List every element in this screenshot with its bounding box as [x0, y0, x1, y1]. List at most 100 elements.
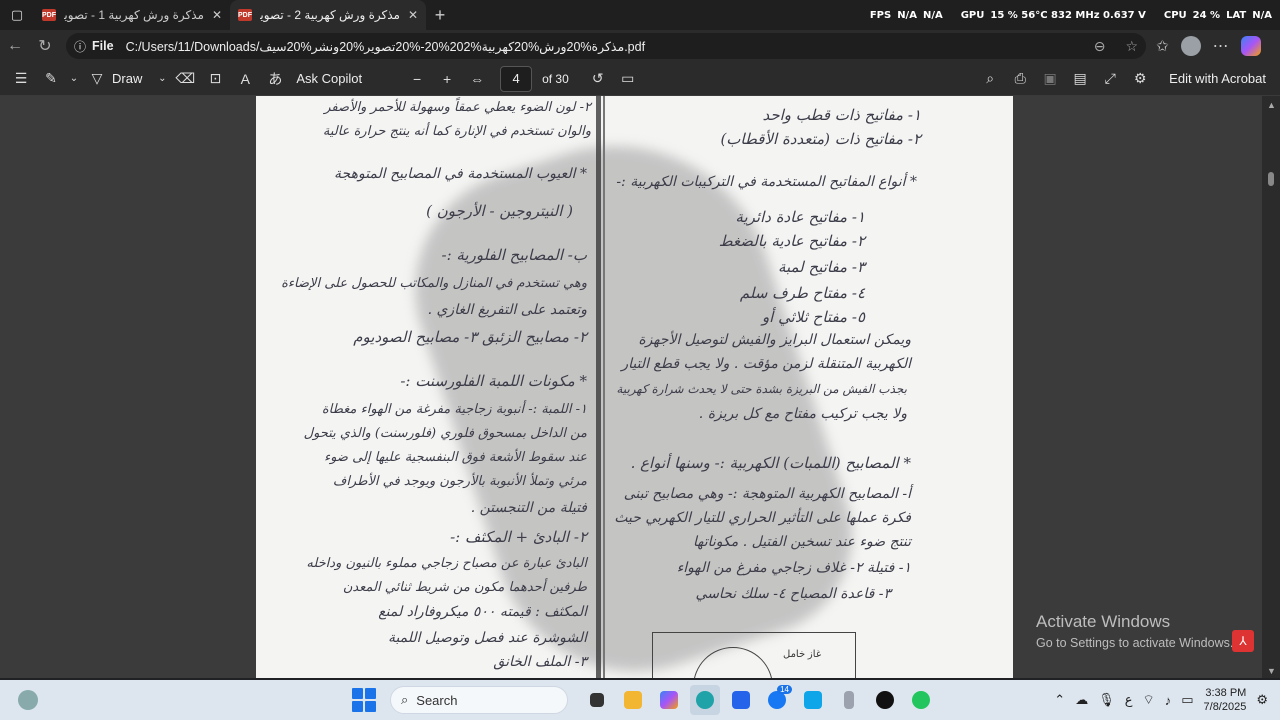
- start-button[interactable]: [352, 688, 376, 712]
- tab-actions-button[interactable]: ▢: [0, 0, 34, 30]
- fit-page-icon[interactable]: ⇔: [462, 71, 492, 87]
- zoom-out-icon[interactable]: −: [402, 71, 432, 87]
- scroll-up-icon[interactable]: ▲: [1267, 100, 1276, 110]
- handwritten-line: والوان تستخدم في الإنارة كما أنه ينتج حر…: [322, 124, 591, 139]
- search-icon[interactable]: ⌕: [975, 70, 1005, 87]
- handwritten-line: عند سقوط الأشعة فوق البنفسجية عليها إلى …: [324, 450, 587, 465]
- handwritten-line: المكثف : قيمته ٥٠٠ ميكروفاراد لمنع: [378, 604, 587, 620]
- favorites-icon[interactable]: ✩: [1156, 37, 1169, 55]
- translate-icon[interactable]: あ: [260, 69, 290, 89]
- handwritten-line: ٣- قاعدة المصباح ٤- سلك نحاسي: [695, 586, 891, 602]
- handwritten-line: وتعتمد على التفريغ الغازي .: [427, 302, 587, 318]
- volume-icon[interactable]: ♪: [1165, 693, 1172, 708]
- more-icon[interactable]: ⋯: [1213, 36, 1229, 56]
- handwritten-line: فكرة عملها على التأثير الحراري للتيار ال…: [614, 510, 911, 526]
- handwritten-line: ( النيتروجين - الأرجون ): [426, 202, 573, 220]
- edge-icon[interactable]: [690, 685, 720, 715]
- highlight-icon[interactable]: ✎: [36, 70, 66, 87]
- handwritten-line: ٣- مفاتيح لمبة: [777, 258, 865, 276]
- media-app-icon[interactable]: [870, 685, 900, 715]
- lamp-diagram: غاز خامل: [652, 632, 856, 678]
- browser-app-icon[interactable]: [906, 685, 936, 715]
- read-aloud-icon[interactable]: A: [230, 71, 260, 87]
- handwritten-line: ولا يجب تركيب مفتاح مع كل بريزة .: [698, 406, 907, 422]
- handwritten-line: ١- اللمبة :- أنبوبة زجاجية مفرغة من الهو…: [321, 402, 587, 417]
- draw-button[interactable]: Draw: [112, 71, 142, 86]
- close-icon[interactable]: ✕: [212, 8, 222, 22]
- page-view-icon[interactable]: ▭: [613, 70, 643, 87]
- taskbar-search[interactable]: ⌕ Search: [390, 686, 568, 714]
- file-explorer-icon[interactable]: [618, 685, 648, 715]
- print-icon[interactable]: ⎙: [1005, 70, 1035, 87]
- language-indicator[interactable]: ع: [1125, 692, 1133, 708]
- chevron-down-icon[interactable]: ⌄: [154, 73, 170, 84]
- system-tray: ⌃ ☁ 🎙 ع ⌔ ♪ ▭ 3:38 PM 7/8/2025 ⚙: [1054, 680, 1280, 720]
- favorite-star-icon[interactable]: ☆: [1125, 38, 1138, 55]
- save-icon[interactable]: ▣: [1035, 70, 1065, 87]
- battery-icon[interactable]: ▭: [1181, 692, 1193, 708]
- pdf-viewer[interactable]: ١- مفاتيح ذات قطب واحد ٢- مفاتيح ذات (مت…: [0, 96, 1280, 678]
- handwritten-heading: * المصابيح (اللمبات) الكهربية :- وسنها أ…: [630, 454, 911, 472]
- scroll-down-icon[interactable]: ▼: [1267, 666, 1276, 676]
- new-tab-button[interactable]: +: [426, 5, 454, 26]
- handwritten-line: ٣- الملف الخانق: [493, 654, 587, 670]
- draw-icon[interactable]: ▽: [82, 70, 112, 87]
- scheme-label: File: [92, 39, 114, 53]
- microphone-icon[interactable]: 🎙: [1098, 692, 1115, 708]
- handwritten-line: ٥- مفتاح ثلاثي أو: [761, 308, 865, 326]
- tab-strip: ▢ PDF مذكرة ورش كهربية 1 - تصوير ونشر ✕ …: [0, 0, 1280, 30]
- wifi-icon[interactable]: ⌔: [1142, 692, 1154, 708]
- address-field[interactable]: ⓘ File C:/Users/11/Downloads/مذكرة%20ورش…: [66, 33, 1146, 59]
- search-icon: ⌕: [401, 692, 409, 707]
- zoom-in-icon[interactable]: +: [432, 71, 462, 87]
- clock-time: 3:38 PM: [1205, 687, 1247, 699]
- settings-icon[interactable]: ⚙: [1125, 70, 1155, 87]
- facebook-icon[interactable]: 14: [762, 685, 792, 715]
- profile-avatar[interactable]: [1180, 36, 1201, 56]
- cpu-label: CPU: [1163, 10, 1187, 21]
- search-label: Search: [416, 692, 458, 708]
- back-icon[interactable]: ←: [0, 31, 30, 61]
- chevron-up-icon[interactable]: ⌃: [1054, 692, 1065, 708]
- rotate-icon[interactable]: ↺: [583, 70, 613, 87]
- page-number-input[interactable]: 4: [500, 65, 533, 92]
- edit-with-acrobat-button[interactable]: Edit with Acrobat: [1169, 71, 1266, 86]
- save-as-icon[interactable]: ▤: [1065, 70, 1095, 87]
- ask-copilot-button[interactable]: Ask Copilot: [296, 71, 362, 86]
- clock[interactable]: 3:38 PM 7/8/2025: [1204, 686, 1247, 714]
- weather-icon[interactable]: [18, 690, 38, 710]
- task-view-icon[interactable]: [582, 685, 612, 715]
- tab-1[interactable]: PDF مذكرة ورش كهربية 1 - تصوير ونشر ✕: [34, 0, 230, 30]
- close-icon[interactable]: ✕: [408, 8, 418, 22]
- handwritten-line: ٢- مصابيح الزئبق ٣- مصابيح الصوديوم: [353, 328, 587, 346]
- handwritten-heading: ب- المصابيح الفلورية :-: [441, 246, 588, 264]
- pdf-icon: PDF: [238, 9, 252, 21]
- gpu-label: GPU: [960, 10, 985, 21]
- info-icon[interactable]: ⓘ: [74, 38, 86, 55]
- eraser-icon[interactable]: ⌫: [170, 70, 200, 87]
- copilot-icon[interactable]: [1240, 36, 1261, 56]
- photos-icon[interactable]: [798, 685, 828, 715]
- handwritten-line: ويمكن استعمال البرايز والفيش لتوصيل الأج…: [638, 332, 911, 348]
- pdf-page: ١- مفاتيح ذات قطب واحد ٢- مفاتيح ذات (مت…: [256, 96, 1013, 678]
- fullscreen-icon[interactable]: ⤢: [1095, 70, 1125, 87]
- notifications-icon[interactable]: ⚙: [1256, 692, 1268, 708]
- onedrive-icon[interactable]: ☁: [1075, 692, 1088, 708]
- tab-2[interactable]: PDF مذكرة ورش كهربية 2 - تصوير ونشر ✕: [230, 0, 426, 30]
- fps-value-2: N/A: [922, 10, 943, 21]
- handwritten-line: الشوشرة عند فصل وتوصيل اللمبة: [387, 630, 587, 646]
- vertical-scrollbar[interactable]: ▲ ▼: [1262, 96, 1280, 678]
- clock-date: 7/8/2025: [1203, 701, 1247, 713]
- text-box-icon[interactable]: ⊡: [200, 70, 230, 87]
- device-icon[interactable]: [834, 685, 864, 715]
- reload-icon[interactable]: ↻: [30, 31, 60, 61]
- store-icon[interactable]: [726, 685, 756, 715]
- scrollbar-thumb[interactable]: [1268, 172, 1274, 186]
- chevron-down-icon[interactable]: ⌄: [66, 73, 82, 84]
- copilot-app-icon[interactable]: [654, 685, 684, 715]
- zoom-icon[interactable]: ⊖: [1094, 38, 1106, 55]
- acrobat-icon[interactable]: ⅄: [1232, 630, 1254, 652]
- tab-title: مذكرة ورش كهربية 1 - تصوير ونشر: [64, 8, 204, 22]
- page-gutter: [596, 96, 601, 678]
- contents-icon[interactable]: ☰: [6, 70, 36, 87]
